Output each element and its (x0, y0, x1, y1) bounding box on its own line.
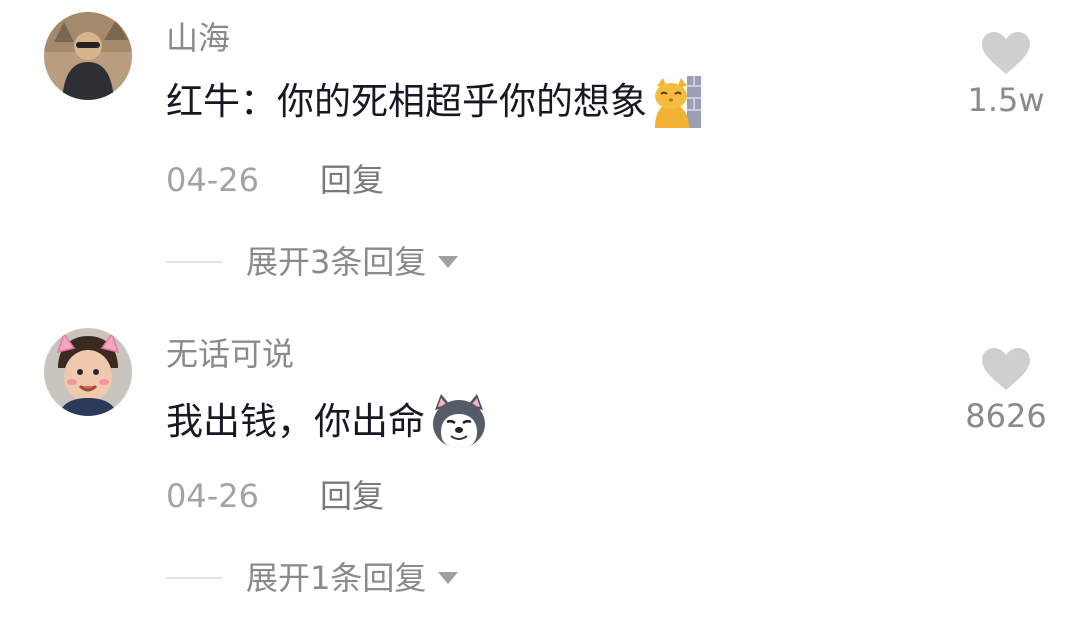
comment-date: 04-26 (166, 161, 259, 199)
comment-meta: 04-26 回复 (166, 476, 384, 516)
reply-button[interactable]: 回复 (320, 160, 384, 200)
caret-down-icon (438, 572, 459, 584)
username[interactable]: 无话可说 (166, 334, 294, 374)
like-button[interactable]: 8626 (956, 346, 1056, 436)
peeking-cat-emoji (651, 76, 703, 128)
comment-text: 我出钱，你出命 (166, 392, 489, 452)
expand-replies-button[interactable]: 展开3条回复 (166, 242, 459, 282)
avatar-image (44, 328, 132, 416)
divider (166, 577, 222, 579)
like-count: 8626 (965, 397, 1047, 435)
expand-replies-label: 展开3条回复 (246, 243, 427, 281)
comment-item: 山海 红牛：你的死相超乎你的想象 04-26 回复 展开3条回复 1.5w (0, 0, 1080, 300)
comment-text-body: 红牛：你的死相超乎你的想象 (166, 80, 647, 123)
avatar[interactable] (44, 328, 132, 416)
username[interactable]: 山海 (166, 18, 230, 58)
expand-replies-button[interactable]: 展开1条回复 (166, 558, 459, 598)
caret-down-icon (438, 256, 459, 268)
comment-item: 无话可说 我出钱，你出命 04-26 回复 展开1条回复 8626 (0, 316, 1080, 616)
divider (166, 261, 222, 263)
reply-button[interactable]: 回复 (320, 476, 384, 516)
heart-icon (982, 348, 1030, 390)
comment-text: 红牛：你的死相超乎你的想象 (166, 76, 703, 128)
avatar-image (44, 12, 132, 100)
like-count: 1.5w (967, 81, 1045, 119)
like-button[interactable]: 1.5w (956, 30, 1056, 120)
comment-date: 04-26 (166, 477, 259, 515)
husky-dog-emoji (429, 392, 489, 452)
comment-meta: 04-26 回复 (166, 160, 384, 200)
expand-replies-label: 展开1条回复 (246, 559, 427, 597)
avatar[interactable] (44, 12, 132, 100)
comment-text-body: 我出钱，你出命 (166, 400, 425, 443)
heart-icon (982, 32, 1030, 74)
